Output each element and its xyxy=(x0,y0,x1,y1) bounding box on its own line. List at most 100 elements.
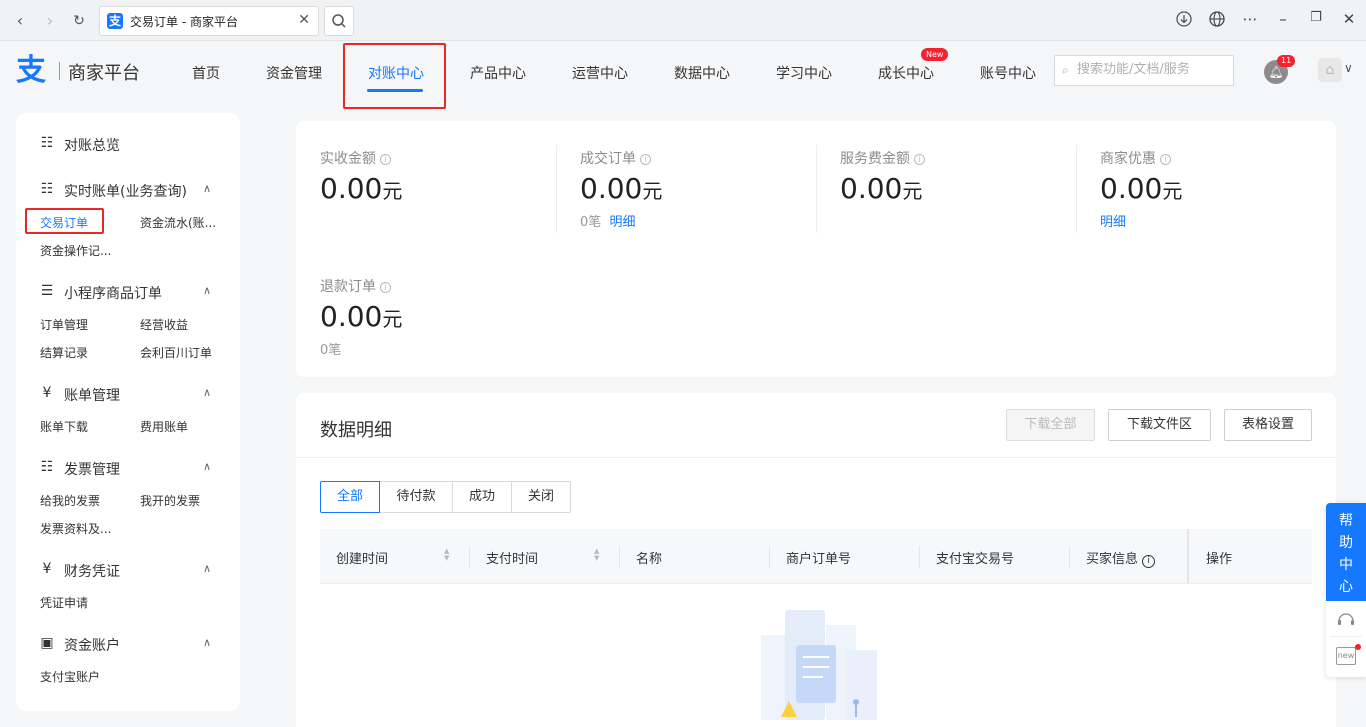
nav-funds[interactable]: 资金管理 xyxy=(266,63,322,83)
sidebar-item-alipay-account[interactable]: 支付宝账户 xyxy=(40,668,100,685)
sort-icon[interactable]: ▲ ▼ xyxy=(594,548,599,562)
metric-refund-orders: 退款订单 i 0.00元 0笔 xyxy=(320,276,402,358)
info-icon[interactable]: i xyxy=(1142,555,1156,568)
divider xyxy=(919,546,920,568)
metric-unit: 元 xyxy=(642,179,663,203)
sidebar-item-invoices-to-me[interactable]: 给我的发票 xyxy=(40,492,100,509)
sidebar-item-fee-bill[interactable]: 费用账单 xyxy=(140,418,188,435)
sidebar-item-bill-download[interactable]: 账单下载 xyxy=(40,418,88,435)
metric-service-fee: 服务费金额 i 0.00元 xyxy=(840,148,925,205)
metric-value: 0.00 xyxy=(580,172,643,205)
info-icon[interactable]: i xyxy=(1160,154,1171,165)
metric-unit: 元 xyxy=(382,307,403,331)
avatar[interactable]: ⌂ xyxy=(1318,58,1342,82)
logo-text[interactable]: 商家平台 xyxy=(68,59,140,85)
details-link[interactable]: 明细 xyxy=(1100,215,1126,230)
forward-icon[interactable]: › xyxy=(39,10,61,32)
globe-icon[interactable] xyxy=(1207,10,1227,32)
details-link[interactable]: 明细 xyxy=(610,215,636,230)
metric-value: 0.00 xyxy=(840,172,903,205)
table-settings-button[interactable]: 表格设置 xyxy=(1224,409,1312,441)
filter-tab-pending[interactable]: 待付款 xyxy=(379,481,453,513)
divider xyxy=(556,145,557,233)
sidebar-item-fund-flow[interactable]: 资金流水(账... xyxy=(140,214,216,231)
minimize-icon[interactable]: – xyxy=(1273,10,1293,28)
filter-tab-closed[interactable]: 关闭 xyxy=(511,481,571,513)
chevron-up-icon[interactable]: ∧ xyxy=(203,182,211,195)
download-icon[interactable] xyxy=(1174,10,1194,32)
reload-icon[interactable]: ↻ xyxy=(68,10,90,32)
sidebar-group-realtime-bill[interactable]: 实时账单(业务查询) xyxy=(64,181,187,201)
nav-products[interactable]: 产品中心 xyxy=(470,63,526,83)
sidebar-item-invoices-issued[interactable]: 我开的发票 xyxy=(140,492,200,509)
alipay-logo-icon[interactable]: 支 xyxy=(16,54,50,88)
sidebar-item-settlement-records[interactable]: 结算记录 xyxy=(40,344,88,361)
help-label-char: 中 xyxy=(1339,557,1353,573)
chevron-up-icon[interactable]: ∧ xyxy=(203,562,211,575)
empty-state-icon xyxy=(761,610,877,720)
nav-learning[interactable]: 学习中心 xyxy=(776,63,832,83)
info-icon[interactable]: i xyxy=(640,154,651,165)
divider xyxy=(1069,546,1070,568)
column-actions: 操作 xyxy=(1206,552,1233,567)
customer-service-icon[interactable] xyxy=(1336,610,1356,630)
column-alipay-trade-no: 支付宝交易号 xyxy=(936,552,1015,567)
favicon-icon: 支 xyxy=(107,13,123,29)
sidebar-group-fund-account[interactable]: 资金账户 xyxy=(64,635,120,655)
divider xyxy=(769,546,770,568)
nav-operations[interactable]: 运营中心 xyxy=(572,63,628,83)
chevron-down-icon[interactable]: ∨ xyxy=(1344,61,1353,75)
overview-icon: ☷ xyxy=(40,135,54,151)
download-area-button[interactable]: 下载文件区 xyxy=(1108,409,1211,441)
search-input[interactable] xyxy=(1077,62,1227,77)
column-paid-time[interactable]: 支付时间 xyxy=(486,548,538,567)
sidebar-item-fund-operations[interactable]: 资金操作记... xyxy=(40,242,111,259)
filter-tab-all[interactable]: 全部 xyxy=(320,481,380,513)
metric-count: 0笔 xyxy=(320,343,342,358)
sort-icon[interactable]: ▲ ▼ xyxy=(444,548,449,562)
divider xyxy=(320,583,1312,584)
restore-icon[interactable]: ❐ xyxy=(1306,10,1326,25)
invoice-icon: ☷ xyxy=(40,459,54,475)
tab-title: 交易订单 - 商家平台 xyxy=(130,15,238,29)
nav-growth[interactable]: 成长中心 xyxy=(878,63,934,83)
sidebar-item-order-management[interactable]: 订单管理 xyxy=(40,316,88,333)
new-feature-icon[interactable]: new xyxy=(1336,647,1356,665)
sidebar-item-overview[interactable]: 对账总览 xyxy=(64,135,120,155)
sidebar-item-invoice-info[interactable]: 发票资料及... xyxy=(40,520,111,537)
chevron-up-icon[interactable]: ∧ xyxy=(203,460,211,473)
more-icon[interactable]: ⋯ xyxy=(1240,10,1260,28)
sidebar-group-mini-program-orders[interactable]: 小程序商品订单 xyxy=(64,283,162,303)
close-icon[interactable]: ✕ xyxy=(298,12,310,28)
highlight-box xyxy=(343,43,446,109)
download-all-button[interactable]: 下载全部 xyxy=(1006,409,1095,441)
list-icon: ☰ xyxy=(40,283,54,299)
column-created-time[interactable]: 创建时间 xyxy=(336,548,388,567)
tab-search-button[interactable] xyxy=(324,6,354,36)
nav-data[interactable]: 数据中心 xyxy=(674,63,730,83)
chevron-up-icon[interactable]: ∧ xyxy=(203,284,211,297)
help-center-button[interactable]: 帮 助 中 心 xyxy=(1326,503,1366,601)
browser-tab[interactable]: 支 交易订单 - 商家平台 ✕ xyxy=(99,6,319,36)
voucher-icon: ¥ xyxy=(42,561,52,577)
filter-tab-success[interactable]: 成功 xyxy=(452,481,512,513)
sidebar-item-voucher-request[interactable]: 凭证申请 xyxy=(40,594,88,611)
chevron-up-icon[interactable]: ∧ xyxy=(203,386,211,399)
metric-value: 0.00 xyxy=(1100,172,1163,205)
sidebar-item-business-income[interactable]: 经营收益 xyxy=(140,316,188,333)
sidebar-group-invoice-management[interactable]: 发票管理 xyxy=(64,459,120,479)
info-icon[interactable]: i xyxy=(380,154,391,165)
header-search[interactable]: ⌕ xyxy=(1054,55,1234,86)
chevron-up-icon[interactable]: ∧ xyxy=(203,636,211,649)
sidebar-group-financial-vouchers[interactable]: 财务凭证 xyxy=(64,561,120,581)
browser-toolbar: ‹ › ↻ 支 交易订单 - 商家平台 ✕ ⋯ – ❐ ✕ xyxy=(0,0,1366,41)
info-icon[interactable]: i xyxy=(380,282,391,293)
back-icon[interactable]: ‹ xyxy=(9,10,31,32)
window-close-icon[interactable]: ✕ xyxy=(1339,10,1359,28)
nav-home[interactable]: 首页 xyxy=(192,63,220,83)
nav-account[interactable]: 账号中心 xyxy=(980,63,1036,83)
info-icon[interactable]: i xyxy=(914,154,925,165)
sidebar-group-bill-management[interactable]: 账单管理 xyxy=(64,385,120,405)
sidebar-item-baichuan-orders[interactable]: 会利百川订单 xyxy=(140,344,212,361)
metric-count: 0笔 xyxy=(580,215,602,230)
